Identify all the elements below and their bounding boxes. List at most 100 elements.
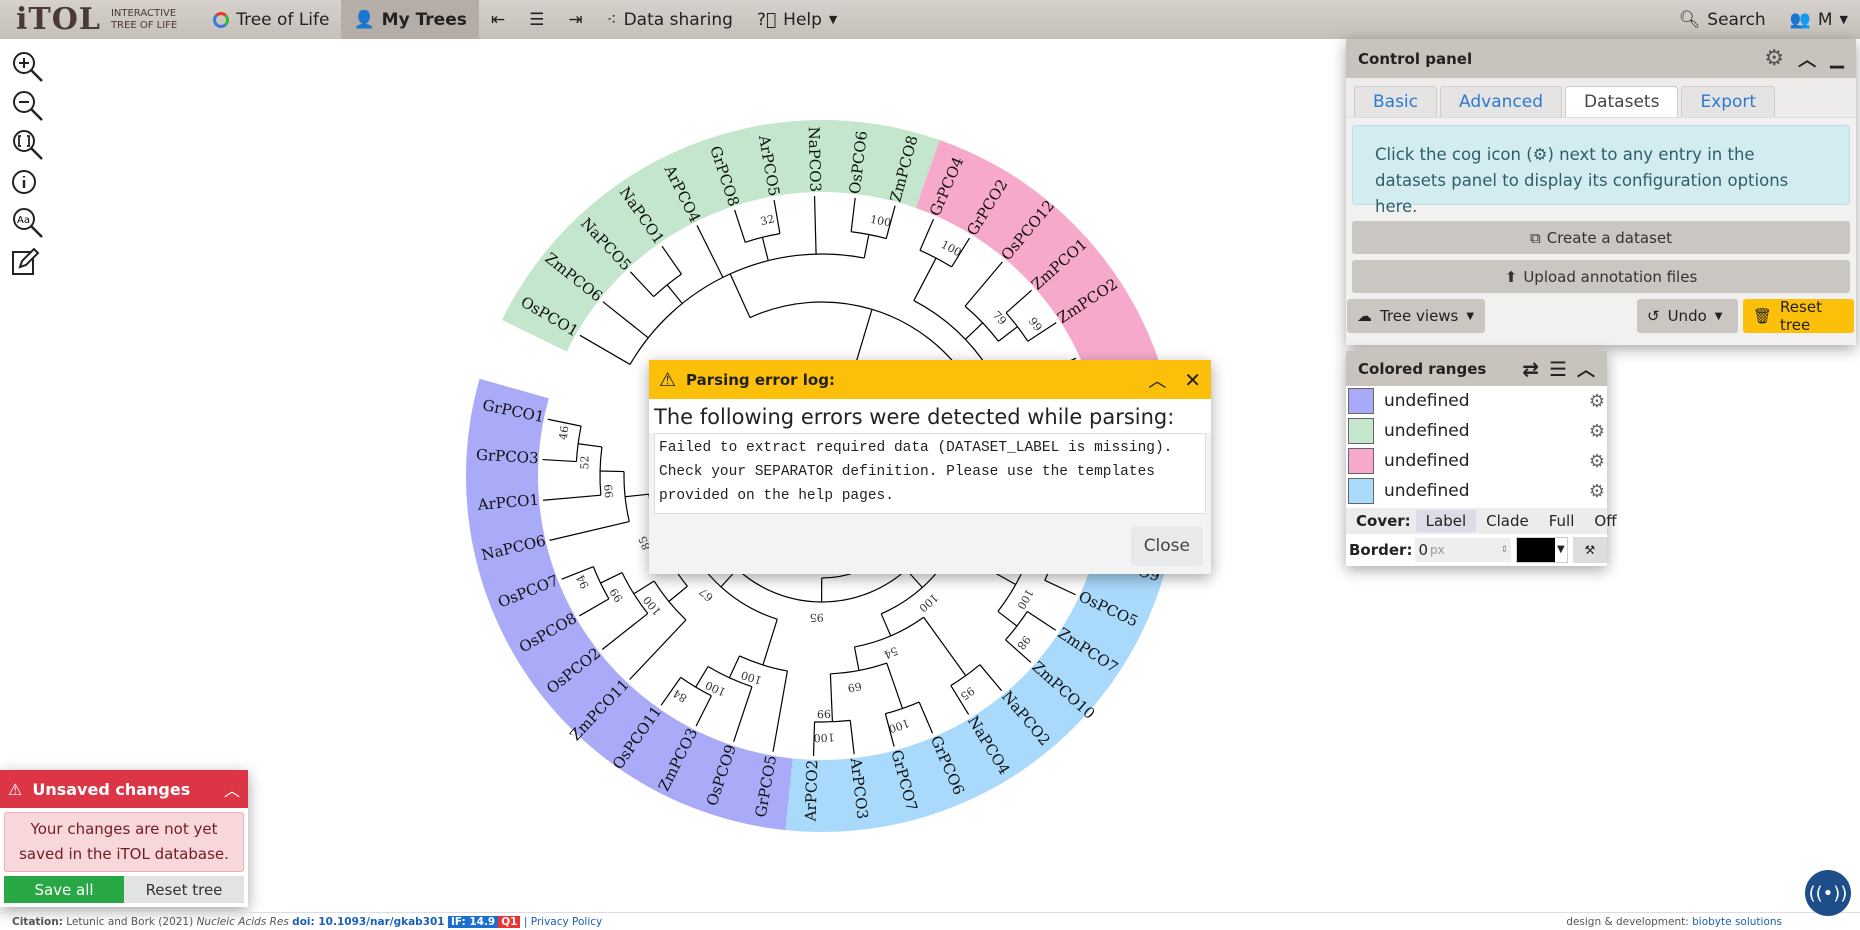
upload-annotation-button[interactable]: ⬆ Upload annotation files bbox=[1352, 260, 1850, 293]
branch bbox=[629, 271, 655, 298]
doi-link[interactable]: doi: 10.1093/nar/gkab301 bbox=[292, 916, 444, 928]
nav-user-menu[interactable]: 👥 M ▼ bbox=[1778, 0, 1860, 39]
colored-range-row[interactable]: undefined ⚙ bbox=[1346, 386, 1607, 416]
branch bbox=[853, 646, 860, 671]
gear-icon[interactable]: ⚙ bbox=[1764, 46, 1784, 71]
arrow-bar-left-icon: ⇤ bbox=[490, 9, 506, 30]
caret-down-icon: ▼ bbox=[1466, 310, 1475, 322]
bootstrap-value: 52 bbox=[578, 455, 591, 469]
share-icon: ⁖ bbox=[606, 9, 617, 30]
swap-icon[interactable]: ⇄ bbox=[1522, 357, 1539, 381]
cog-icon[interactable]: ⚙ bbox=[1589, 421, 1605, 442]
quartile-badge: Q1 bbox=[498, 916, 521, 928]
nav-help[interactable]: ?⃝ Help ▼ bbox=[745, 0, 849, 39]
footer: Citation: Letunic and Bork (2021) Nuclei… bbox=[0, 912, 1860, 930]
save-all-button[interactable]: Save all bbox=[4, 876, 124, 903]
cog-icon[interactable]: ⚙ bbox=[1589, 481, 1605, 502]
bootstrap-value: 100 bbox=[887, 716, 911, 735]
cog-icon[interactable]: ⚙ bbox=[1589, 391, 1605, 412]
reset-tree-button[interactable]: Reset tree bbox=[124, 876, 244, 903]
nav-data-sharing[interactable]: ⁖ Data sharing bbox=[595, 0, 745, 39]
colored-range-row[interactable]: undefined ⚙ bbox=[1346, 476, 1607, 506]
dialog-title: The following errors were detected while… bbox=[649, 399, 1211, 433]
branch bbox=[661, 245, 682, 275]
colored-range-row[interactable]: undefined ⚙ bbox=[1346, 416, 1607, 446]
border-color-picker[interactable]: ▼ bbox=[1516, 537, 1568, 563]
branch bbox=[579, 334, 631, 365]
bootstrap-value: 95 bbox=[810, 611, 824, 624]
itol-logo[interactable]: iTOL Interactive Tree of Life bbox=[16, 2, 177, 37]
cover-label-option[interactable]: Label bbox=[1415, 510, 1477, 532]
chevron-up-icon[interactable]: ︿ bbox=[1798, 46, 1816, 72]
range-label: undefined bbox=[1384, 421, 1470, 441]
zoom-in-icon[interactable] bbox=[10, 50, 48, 83]
tree-views-dropdown[interactable]: ☁ Tree views ▼ bbox=[1347, 299, 1485, 333]
cloud-upload-icon: ☁ bbox=[1357, 307, 1372, 325]
broadcast-button[interactable]: ((•)) bbox=[1805, 870, 1851, 916]
minimize-icon[interactable]: ▁ bbox=[1830, 48, 1844, 69]
chevron-up-icon[interactable]: ︿ bbox=[1577, 356, 1595, 382]
colored-ranges-panel: Colored ranges ⇄ ☰ ︿ undefined ⚙ undefined ⚙ u… bbox=[1346, 351, 1617, 566]
warning-icon: ⚠ bbox=[659, 368, 677, 391]
range-color-swatch[interactable] bbox=[1348, 448, 1374, 474]
impact-factor-badge: IF: 14.9 bbox=[447, 916, 499, 928]
unsaved-changes-panel: ⚠ Unsaved changes ︿ Your changes are not y… bbox=[0, 770, 248, 907]
list-icon[interactable]: ☰ bbox=[1549, 357, 1567, 381]
undo-dropdown[interactable]: ↺ Undo ▼ bbox=[1637, 299, 1738, 333]
bootstrap-value: 54 bbox=[882, 644, 900, 661]
cog-icon[interactable]: ⚙ bbox=[1589, 451, 1605, 472]
reset-tree-button[interactable]: 🗑 Reset tree bbox=[1743, 298, 1854, 334]
border-label: Border: bbox=[1349, 541, 1413, 559]
bootstrap-value: 95 bbox=[958, 684, 977, 703]
bootstrap-value: 99 bbox=[1026, 315, 1045, 334]
list-icon: ☰ bbox=[529, 9, 545, 30]
nav-tree-of-life[interactable]: Tree of Life bbox=[201, 0, 341, 39]
tab-export[interactable]: Export bbox=[1681, 86, 1776, 117]
range-color-swatch[interactable] bbox=[1348, 388, 1374, 414]
tab-datasets[interactable]: Datasets bbox=[1565, 86, 1679, 117]
edit-icon[interactable] bbox=[10, 245, 48, 278]
list-button[interactable]: ☰ bbox=[517, 0, 556, 39]
zoom-out-icon[interactable] bbox=[10, 89, 48, 122]
cover-selector: Cover: Label Clade Full Off bbox=[1346, 508, 1617, 534]
zoom-fit-icon[interactable] bbox=[10, 128, 48, 161]
cover-full-option[interactable]: Full bbox=[1539, 510, 1585, 532]
tab-advanced[interactable]: Advanced bbox=[1440, 86, 1562, 117]
border-width-input[interactable]: 0 px ⇕ bbox=[1415, 538, 1511, 562]
bootstrap-value: 94 bbox=[574, 572, 592, 590]
chevron-up-icon[interactable]: ︿ bbox=[1148, 367, 1166, 393]
close-button[interactable]: Close bbox=[1130, 526, 1203, 566]
branch bbox=[602, 301, 649, 339]
collapse-left-button[interactable]: ⇤ bbox=[479, 0, 517, 39]
arrow-bar-right-icon: ⇥ bbox=[568, 9, 583, 30]
privacy-policy-link[interactable]: | Privacy Policy bbox=[524, 916, 602, 928]
close-icon[interactable]: ✕ bbox=[1184, 368, 1201, 392]
range-color-swatch[interactable] bbox=[1348, 478, 1374, 504]
border-options-button[interactable]: ⚒ bbox=[1572, 537, 1607, 563]
user-icon: 👤 bbox=[353, 9, 375, 30]
info-icon[interactable] bbox=[10, 167, 48, 200]
create-dataset-button[interactable]: ⧉ Create a dataset bbox=[1352, 221, 1850, 254]
cover-off-option[interactable]: Off bbox=[1584, 510, 1626, 532]
branch bbox=[850, 197, 856, 232]
caret-down-icon: ▼ bbox=[1714, 310, 1723, 322]
bootstrap-value: 69 bbox=[847, 679, 863, 694]
tab-basic[interactable]: Basic bbox=[1354, 86, 1438, 117]
layers-plus-icon: ⧉ bbox=[1530, 228, 1541, 247]
colored-range-row[interactable]: undefined ⚙ bbox=[1346, 446, 1607, 476]
logo-text: iTOL bbox=[16, 2, 101, 37]
nav-search[interactable]: 🔍︎ Search bbox=[1667, 0, 1778, 39]
bootstrap-value: 32 bbox=[759, 212, 776, 228]
font-size-icon[interactable]: Aa bbox=[10, 206, 48, 239]
biobyte-link[interactable]: biobyte solutions bbox=[1692, 916, 1782, 928]
collapse-right-button[interactable]: ⇥ bbox=[556, 0, 594, 39]
branch bbox=[886, 662, 904, 709]
nav-my-trees[interactable]: 👤 My Trees bbox=[341, 0, 479, 39]
branch-arc bbox=[629, 253, 865, 365]
range-color-swatch[interactable] bbox=[1348, 418, 1374, 444]
branch bbox=[923, 616, 967, 676]
branch bbox=[629, 619, 687, 680]
cover-clade-option[interactable]: Clade bbox=[1476, 510, 1539, 532]
chevron-up-icon[interactable]: ︿ bbox=[224, 777, 240, 801]
branch bbox=[849, 720, 855, 755]
